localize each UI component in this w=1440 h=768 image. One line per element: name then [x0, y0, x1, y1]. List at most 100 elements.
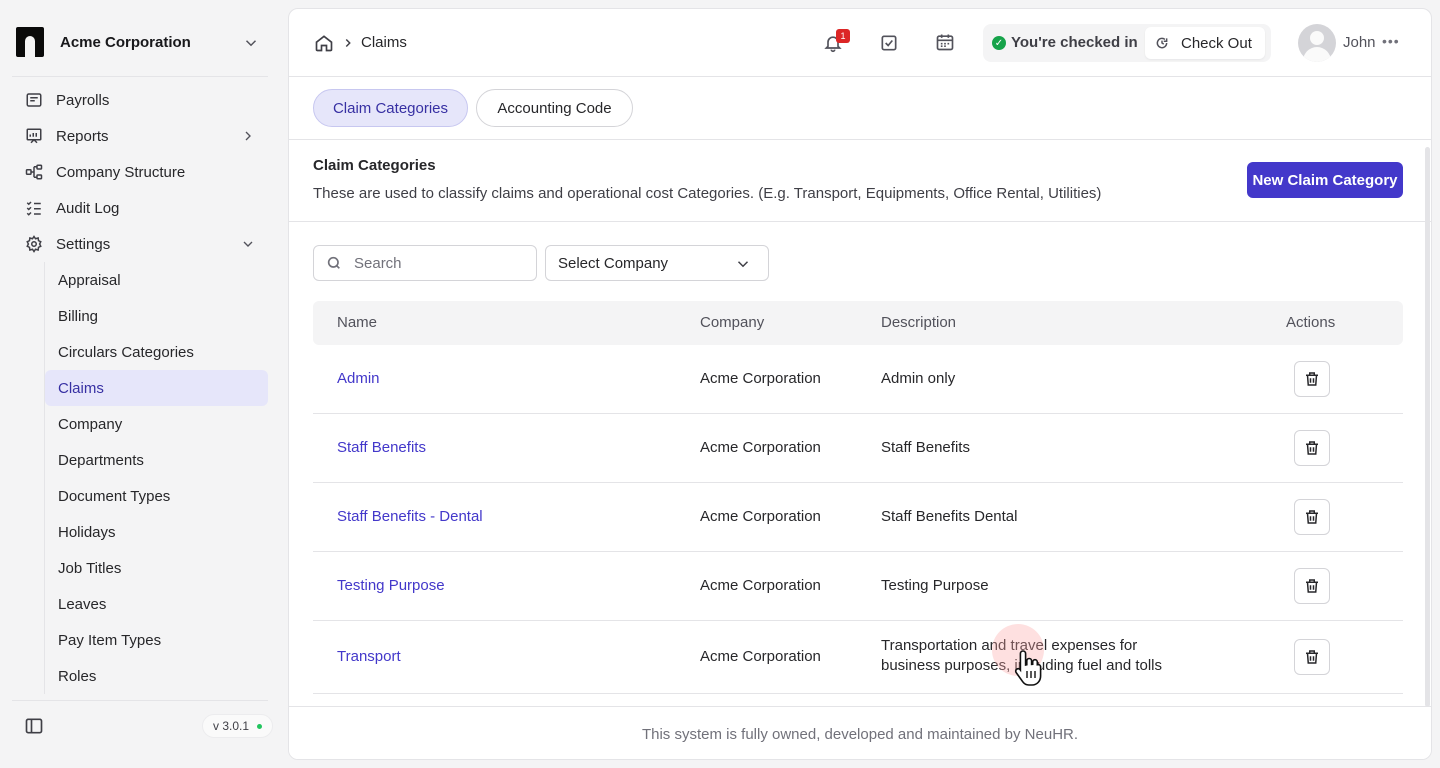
delete-button[interactable]: [1294, 568, 1330, 604]
delete-button[interactable]: [1294, 430, 1330, 466]
home-icon[interactable]: [314, 33, 334, 53]
payroll-icon: [24, 90, 44, 110]
submenu-item-roles[interactable]: Roles: [45, 658, 268, 694]
chevron-down-icon: [245, 40, 257, 47]
sidebar-divider: [12, 76, 268, 77]
sidebar-item-label: Payrolls: [56, 91, 110, 109]
sidebar-item-label: Reports: [56, 127, 109, 145]
submenu-item-circulars-categories[interactable]: Circulars Categories: [45, 334, 268, 370]
top-bar: Claims 1 ✓ You're checked in Check Out J…: [289, 9, 1431, 77]
row-description: Staff Benefits: [881, 439, 970, 456]
search-input[interactable]: [354, 254, 514, 272]
sidebar-item-payrolls[interactable]: Payrolls: [12, 82, 268, 118]
table-row: Admin Acme Corporation Admin only: [313, 345, 1403, 414]
main-panel: Claims 1 ✓ You're checked in Check Out J…: [288, 8, 1432, 760]
section-title: Claim Categories: [313, 157, 436, 174]
row-company: Acme Corporation: [700, 508, 821, 525]
user-avatar[interactable]: [1298, 24, 1336, 62]
structure-icon: [24, 162, 44, 182]
row-name-link[interactable]: Transport: [337, 648, 401, 665]
submenu-item-job-titles[interactable]: Job Titles: [45, 550, 268, 586]
table-row: Transport Acme Corporation Transportatio…: [313, 621, 1403, 694]
column-header-actions: Actions: [1286, 314, 1336, 331]
submenu-item-claims[interactable]: Claims: [45, 370, 268, 406]
submenu-item-company[interactable]: Company: [45, 406, 268, 442]
sidebar-item-label: Settings: [56, 235, 111, 253]
scrollbar-thumb[interactable]: [1425, 147, 1430, 707]
avatar-body: [1303, 47, 1331, 62]
row-company: Acme Corporation: [700, 439, 821, 456]
delete-button[interactable]: [1294, 361, 1330, 397]
notification-badge: 1: [836, 29, 850, 43]
submenu-item-appraisal[interactable]: Appraisal: [45, 262, 268, 298]
status-dot: [257, 723, 263, 729]
company-select[interactable]: Select Company: [545, 245, 769, 281]
tab-claim-categories[interactable]: Claim Categories: [313, 89, 468, 127]
row-company: Acme Corporation: [700, 577, 821, 594]
sidebar-item-company-structure[interactable]: Company Structure: [12, 154, 268, 190]
trash-icon: [1306, 441, 1318, 455]
submenu-item-departments[interactable]: Departments: [45, 442, 268, 478]
checkin-status-text: You're checked in: [1011, 34, 1138, 51]
breadcrumb[interactable]: Claims: [361, 34, 407, 51]
sidebar-divider: [12, 700, 268, 701]
check-circle-icon: ✓: [992, 36, 1006, 50]
submenu-item-document-types[interactable]: Document Types: [45, 478, 268, 514]
new-claim-category-button[interactable]: New Claim Category: [1247, 162, 1403, 198]
task-check-icon[interactable]: [879, 33, 899, 53]
version-badge: v 3.0.1: [202, 714, 274, 738]
footer-text: This system is fully owned, developed an…: [641, 725, 1079, 743]
tab-accounting-code[interactable]: Accounting Code: [476, 89, 633, 127]
sidebar-item-audit-log[interactable]: Audit Log: [12, 190, 268, 226]
submenu-item-billing[interactable]: Billing: [45, 298, 268, 334]
check-out-label: Check Out: [1181, 34, 1252, 52]
table-row: Staff Benefits - Dental Acme Corporation…: [313, 483, 1403, 552]
trash-icon: [1306, 510, 1318, 524]
reports-icon: [24, 126, 44, 146]
sidebar-item-label: Company Structure: [56, 163, 186, 181]
app-logo: [16, 27, 44, 57]
more-options-icon[interactable]: •••: [1382, 33, 1399, 53]
submenu-item-leaves[interactable]: Leaves: [45, 586, 268, 622]
row-name-link[interactable]: Admin: [337, 370, 380, 387]
audit-log-icon: [24, 198, 44, 218]
calendar-icon[interactable]: [935, 32, 955, 52]
section-description: These are used to classify claims and op…: [313, 185, 1102, 202]
footer: This system is fully owned, developed an…: [289, 706, 1431, 759]
row-name-link[interactable]: Staff Benefits - Dental: [337, 508, 483, 525]
row-name-link[interactable]: Testing Purpose: [337, 577, 445, 594]
submenu-item-pay-item-types[interactable]: Pay Item Types: [45, 622, 268, 658]
sidebar-toggle-icon[interactable]: [24, 716, 44, 736]
table-row: Staff Benefits Acme Corporation Staff Be…: [313, 414, 1403, 483]
tab-bar: Claim Categories Accounting Code: [289, 77, 1431, 140]
table-row: Testing Purpose Acme Corporation Testing…: [313, 552, 1403, 621]
row-description: Staff Benefits Dental: [881, 508, 1018, 525]
submenu-item-holidays[interactable]: Holidays: [45, 514, 268, 550]
trash-icon: [1306, 650, 1318, 664]
section-divider: [289, 221, 1431, 222]
column-header-company: Company: [700, 314, 765, 331]
settings-gear-icon: [24, 234, 44, 254]
hand-pointer-cursor-icon: [1014, 650, 1042, 686]
column-header-description: Description: [881, 314, 957, 331]
search-icon: [327, 256, 340, 269]
check-out-button[interactable]: Check Out: [1145, 27, 1265, 59]
sidebar-item-settings[interactable]: Settings: [12, 226, 268, 262]
sidebar-item-label: Audit Log: [56, 199, 120, 217]
sidebar-item-reports[interactable]: Reports: [12, 118, 268, 154]
check-out-icon: [1156, 37, 1168, 49]
user-name[interactable]: John: [1343, 34, 1376, 51]
row-name-link[interactable]: Staff Benefits: [337, 439, 426, 456]
scrollbar[interactable]: [1423, 77, 1431, 707]
trash-icon: [1306, 372, 1318, 386]
trash-icon: [1306, 579, 1318, 593]
row-description: Testing Purpose: [881, 577, 989, 594]
chevron-down-icon: [737, 261, 749, 268]
table-header: Name Company Description Actions: [313, 301, 1403, 345]
chevron-right-icon: [245, 131, 251, 141]
delete-button[interactable]: [1294, 499, 1330, 535]
search-field[interactable]: [313, 245, 537, 281]
organization-switcher[interactable]: Acme Corporation: [16, 26, 266, 58]
sidebar-nav: Payrolls Reports Company Structure Audit…: [12, 82, 268, 694]
delete-button[interactable]: [1294, 639, 1330, 675]
